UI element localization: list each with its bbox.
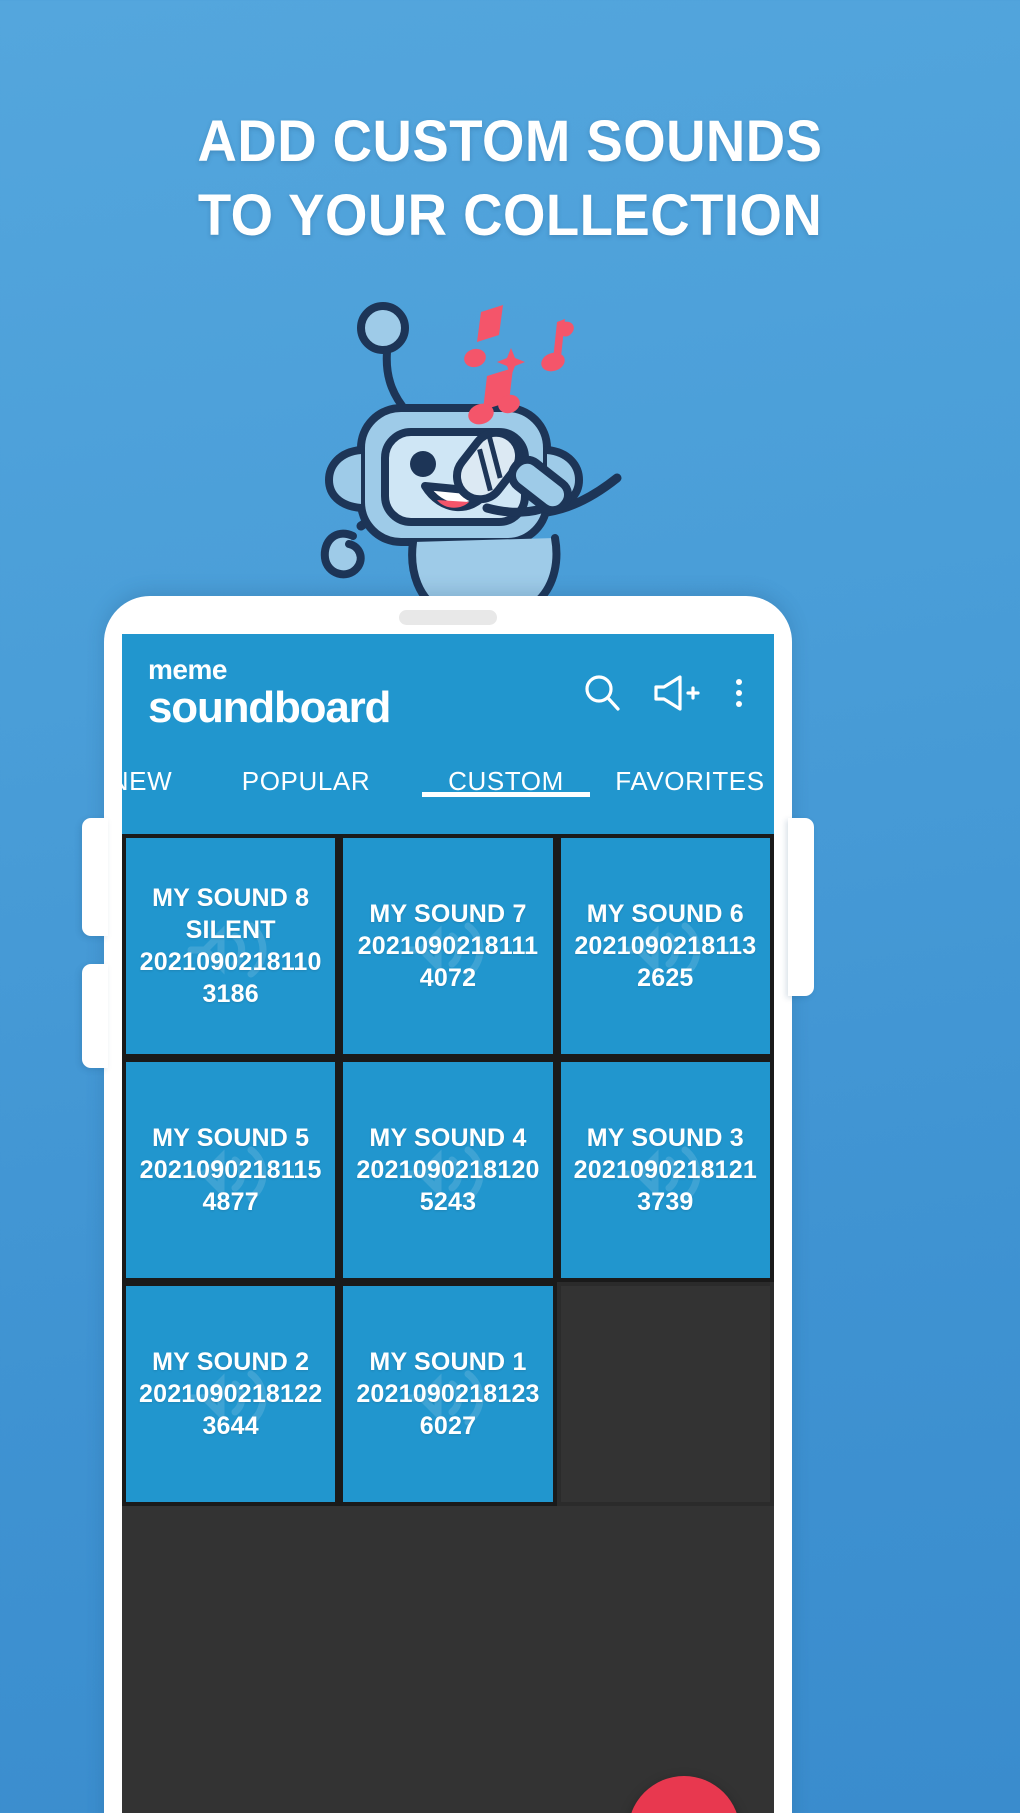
headline-line-1: ADD CUSTOM SOUNDS xyxy=(197,109,823,174)
sound-tile[interactable]: MY SOUND 5 20210902181154877 xyxy=(122,1058,340,1282)
sound-tile-label: MY SOUND 7 20210902181114072 xyxy=(357,900,539,992)
app-logo: meme soundboard xyxy=(148,654,391,732)
add-sound-icon[interactable] xyxy=(650,671,700,715)
mascot-illustration xyxy=(0,290,1020,630)
headline-line-2: TO YOUR COLLECTION xyxy=(197,183,823,248)
sound-tile-label: MY SOUND 5 20210902181154877 xyxy=(139,1124,322,1216)
sound-tile[interactable]: MY SOUND 4 20210902181205243 xyxy=(339,1058,557,1282)
phone-volume-down-button xyxy=(82,964,108,1068)
sound-tile[interactable]: MY SOUND 6 20210902181132625 xyxy=(556,834,774,1058)
overflow-menu-icon[interactable] xyxy=(726,673,752,713)
phone-mockup: meme soundboard EW POPULAR CUSTOM FAVORI… xyxy=(82,596,814,1813)
phone-power-button xyxy=(788,818,814,996)
phone-speaker-grille xyxy=(399,610,497,625)
sound-tile-label: MY SOUND 6 20210902181132625 xyxy=(574,900,757,992)
sound-tile[interactable]: MY SOUND 7 20210902181114072 xyxy=(339,834,557,1058)
tab-popular[interactable]: POPULAR xyxy=(206,752,406,797)
promo-headline: ADD CUSTOM SOUNDS TO YOUR COLLECTION xyxy=(31,105,990,253)
app-logo-line-2: soundboard xyxy=(148,683,391,732)
grid-empty-area xyxy=(122,1506,774,1813)
sound-grid: MY SOUND 8 SILENT 20210902181103186 MY S… xyxy=(122,834,774,1506)
search-icon[interactable] xyxy=(580,671,624,715)
sound-tile[interactable]: MY SOUND 2 20210902181223644 xyxy=(122,1282,340,1506)
tab-new[interactable]: NEW xyxy=(122,752,206,797)
tab-active-indicator xyxy=(422,792,590,797)
sound-tile-label: MY SOUND 3 20210902181213739 xyxy=(573,1124,757,1216)
tab-custom[interactable]: CUSTOM xyxy=(406,752,606,797)
tab-bar: NEW POPULAR CUSTOM FAVORITES xyxy=(122,752,774,834)
sound-tile[interactable]: MY SOUND 3 20210902181213739 xyxy=(556,1058,774,1282)
app-logo-line-1: meme xyxy=(148,654,227,685)
sound-tile[interactable]: MY SOUND 8 SILENT 20210902181103186 xyxy=(122,834,340,1058)
app-bar-actions xyxy=(580,671,752,715)
record-button[interactable] xyxy=(628,1776,740,1813)
phone-volume-up-button xyxy=(82,818,108,936)
app-bar: meme soundboard xyxy=(122,634,774,752)
tab-favorites[interactable]: FAVORITES xyxy=(606,752,774,797)
app-screen: meme soundboard EW POPULAR CUSTOM FAVORI… xyxy=(122,634,774,1813)
sound-tile-empty xyxy=(556,1282,774,1506)
sound-tile[interactable]: MY SOUND 1 20210902181236027 xyxy=(339,1282,557,1506)
sound-tile-label: MY SOUND 1 20210902181236027 xyxy=(356,1348,540,1440)
sound-tile-label: MY SOUND 8 SILENT 20210902181103186 xyxy=(139,884,322,1008)
sound-tile-label: MY SOUND 2 20210902181223644 xyxy=(138,1348,323,1440)
sound-tile-label: MY SOUND 4 20210902181205243 xyxy=(356,1124,540,1216)
robot-mascot-with-microphone xyxy=(320,302,622,625)
